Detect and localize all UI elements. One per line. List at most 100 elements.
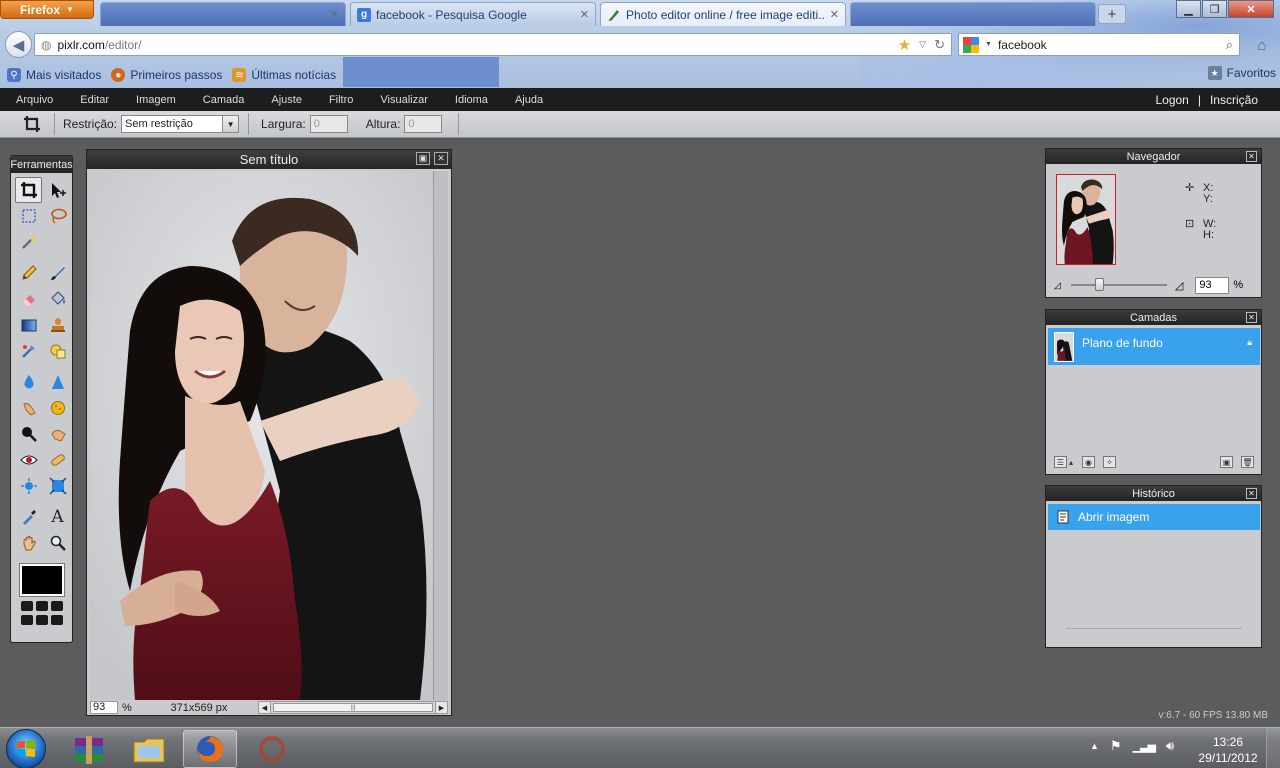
search-icon[interactable]: ⌕ <box>1226 37 1239 53</box>
minimize-window-button[interactable]: ▁ <box>1176 0 1201 18</box>
zoom-in-icon[interactable]: ◿ <box>1175 279 1183 292</box>
height-input[interactable]: 0 <box>404 115 443 133</box>
lasso-tool[interactable] <box>44 203 71 229</box>
close-icon[interactable]: ✕ <box>1246 488 1257 499</box>
close-window-button[interactable]: ✕ <box>1228 0 1274 18</box>
show-desktop-button[interactable] <box>1266 728 1280 768</box>
signup-link[interactable]: Inscrição <box>1210 93 1258 107</box>
navigator-thumbnail[interactable] <box>1056 174 1116 265</box>
back-button[interactable]: ◀ <box>5 31 32 58</box>
arrow-left-icon[interactable]: ◀ <box>259 702 271 713</box>
menu-editar[interactable]: Editar <box>64 94 120 106</box>
zoom-tool[interactable] <box>44 530 71 556</box>
zoom-out-icon[interactable]: ◿ <box>1054 280 1061 291</box>
menu-arquivo[interactable]: Arquivo <box>0 94 64 106</box>
hand-tool[interactable] <box>15 530 42 556</box>
restore-window-button[interactable]: ❐ <box>1202 0 1227 18</box>
layer-mask-icon[interactable]: ◉ <box>1082 456 1095 468</box>
color-replace-tool[interactable] <box>15 338 42 364</box>
layer-settings-icon[interactable]: ☰ <box>1054 456 1067 468</box>
dropdown-arrow-icon[interactable]: ▽ <box>919 39 926 50</box>
start-button[interactable] <box>6 729 46 768</box>
burn-tool[interactable] <box>15 421 42 447</box>
close-icon[interactable]: ✕ <box>580 8 589 21</box>
eraser-tool[interactable] <box>15 286 42 312</box>
history-item[interactable]: Abrir imagem <box>1048 504 1260 530</box>
crop-tool[interactable] <box>15 177 42 203</box>
red-eye-tool[interactable] <box>15 447 42 473</box>
taskbar-firefox[interactable] <box>183 730 237 768</box>
chevron-up-icon[interactable]: ▴ <box>1068 456 1074 468</box>
marquee-tool[interactable] <box>15 203 42 229</box>
width-input[interactable]: 0 <box>309 115 348 133</box>
bookmark-most-visited[interactable]: ⚲ Mais visitados <box>4 64 104 86</box>
bloat-tool[interactable] <box>15 473 42 499</box>
close-icon[interactable]: ✕ <box>1246 312 1257 323</box>
pencil-tool[interactable] <box>15 260 42 286</box>
action-center-flag-icon[interactable]: ⚑ <box>1110 738 1122 754</box>
gradient-tool[interactable] <box>15 312 42 338</box>
blur-tool[interactable] <box>15 369 42 395</box>
vertical-scrollbar[interactable] <box>433 171 448 700</box>
close-icon[interactable]: ✕ <box>830 8 839 21</box>
menu-camada[interactable]: Camada <box>187 94 256 106</box>
favorites-button[interactable]: ★ Favoritos <box>1207 66 1276 80</box>
bookmark-getting-started[interactable]: ● Primeiros passos <box>108 64 225 86</box>
taskbar-clock[interactable]: 13:26 29/11/2012 <box>1196 734 1260 766</box>
new-layer-icon[interactable]: ▣ <box>1220 456 1233 468</box>
dropdown-arrow-icon[interactable]: ▼ <box>985 41 992 48</box>
type-tool[interactable]: A <box>44 504 71 530</box>
taskbar-explorer[interactable] <box>122 730 176 768</box>
tab-blank-2[interactable] <box>850 2 1096 26</box>
menu-filtro[interactable]: Filtro <box>313 94 364 106</box>
navigator-zoom-input[interactable]: 93 <box>1195 276 1230 294</box>
primary-color-swatch[interactable] <box>18 563 65 597</box>
scrollbar-thumb[interactable]: ||| <box>273 703 433 712</box>
menu-ajuda[interactable]: Ajuda <box>499 94 554 106</box>
close-icon[interactable]: ✕ <box>330 8 339 21</box>
new-tab-button[interactable]: + <box>1098 4 1126 24</box>
magic-wand-tool[interactable] <box>15 229 42 255</box>
arrow-right-icon[interactable]: ▶ <box>435 702 447 713</box>
image-canvas[interactable] <box>90 171 433 700</box>
network-signal-icon[interactable]: ▁▃▅ <box>1133 740 1156 753</box>
firefox-menu-button[interactable]: Firefox ▼ <box>0 0 94 19</box>
menu-imagem[interactable]: Imagem <box>120 94 187 106</box>
pinch-tool[interactable] <box>44 473 71 499</box>
taskbar-app[interactable] <box>245 730 299 768</box>
trash-icon[interactable]: 🗑︎ <box>1241 456 1254 468</box>
dodge-tool[interactable] <box>44 421 71 447</box>
volume-icon[interactable]: 🔊︎ <box>1166 738 1174 754</box>
bookmark-latest-news[interactable]: ≋ Últimas notícias <box>229 64 339 86</box>
search-bar[interactable]: ▼ facebook ⌕ <box>958 33 1240 56</box>
brush-tool[interactable] <box>44 260 71 286</box>
tab-google-search[interactable]: g facebook - Pesquisa Google ✕ <box>350 2 596 26</box>
tab-pixlr-editor[interactable]: Photo editor online / free image editi..… <box>600 2 846 26</box>
close-icon[interactable]: ✕ <box>1246 151 1257 162</box>
restriction-select[interactable]: Sem restrição ▼ <box>121 115 240 133</box>
shape-tool[interactable] <box>44 338 71 364</box>
bookmark-star-icon[interactable]: ★ <box>898 36 911 54</box>
show-hidden-icons[interactable]: ▲ <box>1090 741 1099 751</box>
menu-ajuste[interactable]: Ajuste <box>255 94 313 106</box>
color-picker-tool[interactable] <box>15 504 42 530</box>
zoom-slider[interactable] <box>1070 278 1167 291</box>
sponge-tool[interactable] <box>44 395 71 421</box>
login-link[interactable]: Logon <box>1155 93 1188 107</box>
reload-icon[interactable]: ↻ <box>934 37 945 53</box>
sharpen-tool[interactable] <box>44 369 71 395</box>
smudge-tool[interactable] <box>15 395 42 421</box>
layer-styles-icon[interactable]: ✧ <box>1103 456 1116 468</box>
menu-visualizar[interactable]: Visualizar <box>364 94 439 106</box>
horizontal-scrollbar[interactable]: ◀ ||| ▶ <box>258 701 448 714</box>
clone-stamp-tool[interactable] <box>44 312 71 338</box>
close-icon[interactable]: ✕ <box>434 152 448 165</box>
url-bar[interactable]: ◍ pixlr.com/editor/ ★ ▽ ↻ <box>34 33 952 56</box>
spot-heal-tool[interactable] <box>44 447 71 473</box>
move-tool[interactable] <box>44 177 71 203</box>
layer-row[interactable]: Plano de fundo 🔒︎ <box>1048 328 1260 365</box>
chevron-down-icon[interactable]: ▼ <box>222 116 239 132</box>
paint-bucket-tool[interactable] <box>44 286 71 312</box>
taskbar-winrar[interactable] <box>62 730 116 768</box>
tool-presets[interactable] <box>11 601 72 625</box>
